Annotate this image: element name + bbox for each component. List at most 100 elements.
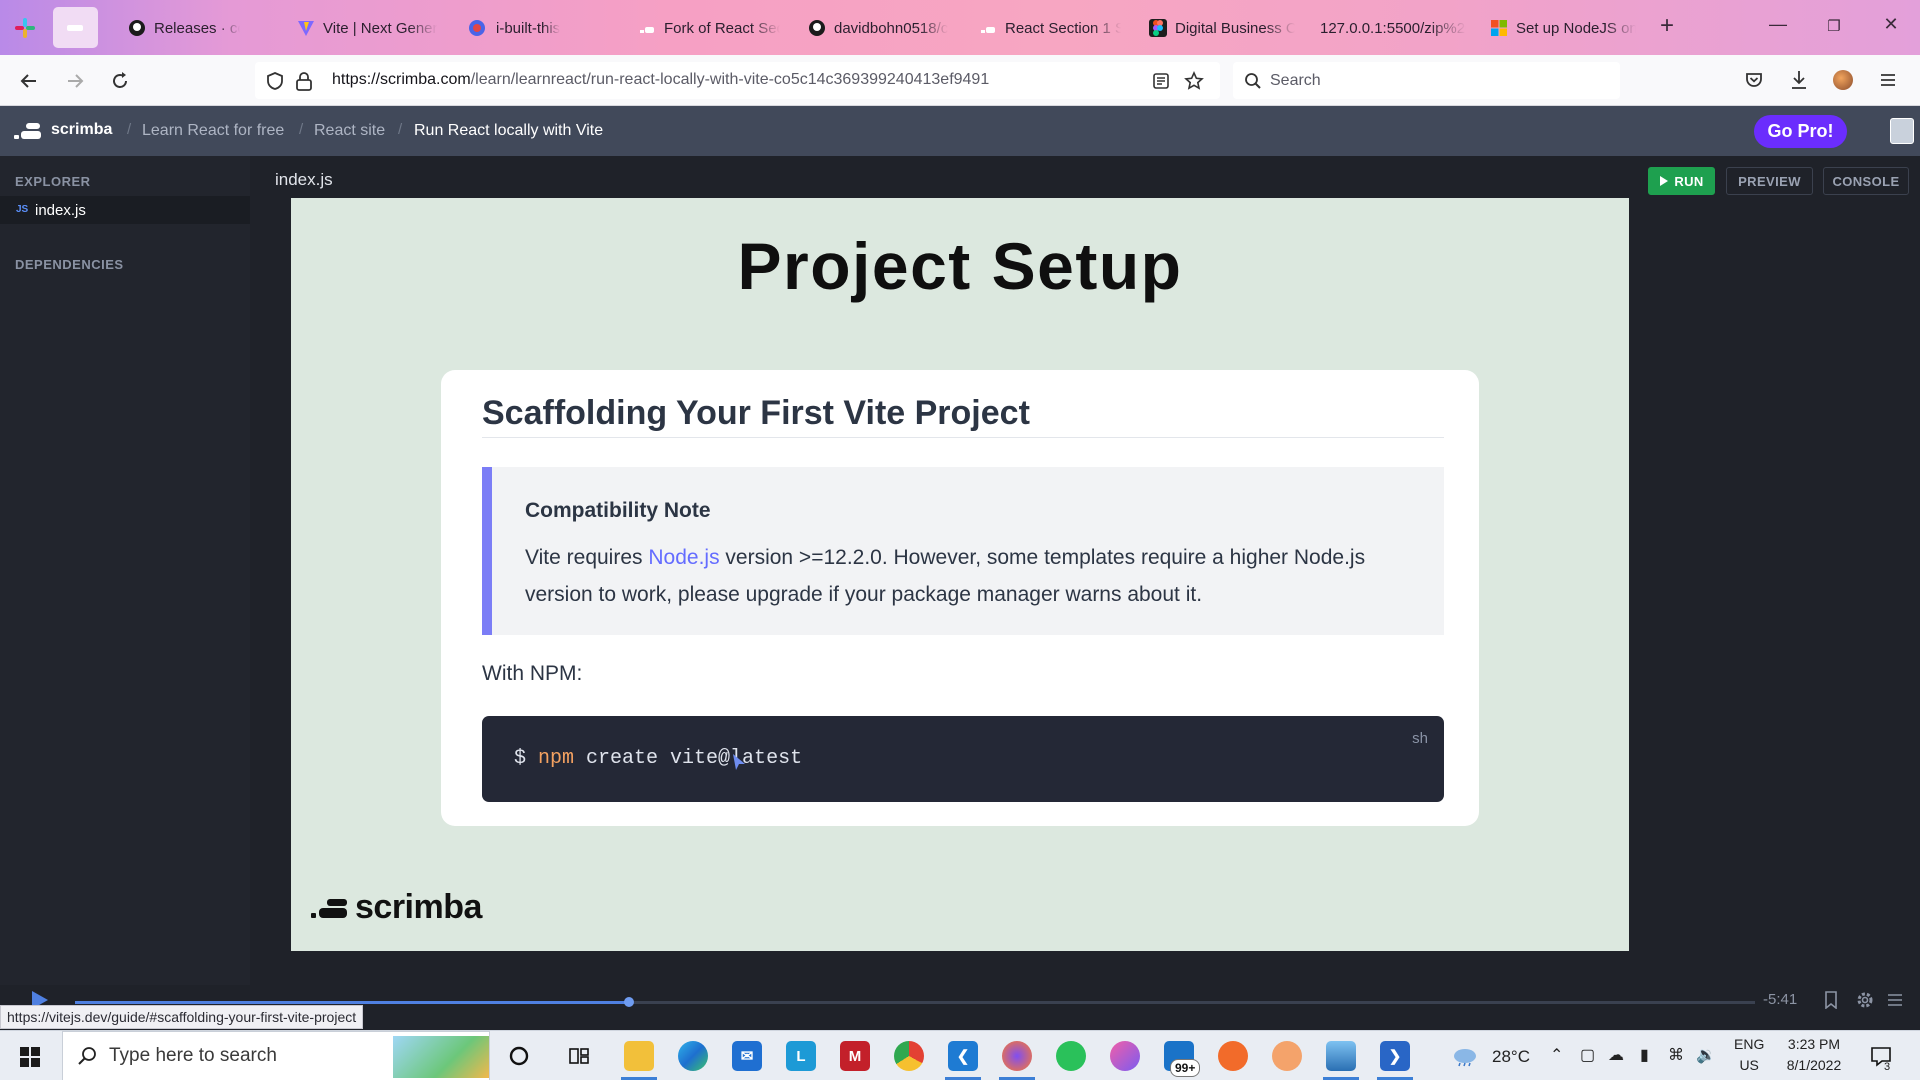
photos-icon[interactable]	[1326, 1041, 1356, 1071]
menu-icon[interactable]	[1886, 992, 1904, 1008]
npm-label: With NPM:	[482, 662, 583, 685]
volume-icon[interactable]: 🔉	[1696, 1045, 1716, 1065]
tab-title: Fork of React Sec	[664, 19, 780, 37]
preview-button[interactable]: PREVIEW	[1726, 167, 1813, 195]
powershell-icon[interactable]: ❯	[1380, 1041, 1410, 1071]
editor-file-tab[interactable]: index.js	[275, 170, 333, 190]
console-button[interactable]: CONSOLE	[1823, 167, 1909, 195]
taskbar-search-input[interactable]: Type here to search	[62, 1031, 490, 1080]
play-icon	[1660, 176, 1669, 186]
tab-title: Set up NodeJS on	[1516, 19, 1636, 37]
clock[interactable]: 3:23 PM 8/1/2022	[1782, 1036, 1846, 1073]
tab-releases[interactable]: Releases · coreyb	[128, 14, 240, 42]
bookmark-icon[interactable]	[1824, 991, 1838, 1009]
search-input[interactable]: Search	[1233, 62, 1620, 99]
lock-icon[interactable]	[295, 71, 313, 91]
brave-icon[interactable]	[1218, 1041, 1248, 1071]
mouse-pointer-icon	[733, 754, 745, 770]
extension-avatar-icon[interactable]	[1833, 70, 1853, 90]
breadcrumb-separator: /	[127, 121, 132, 138]
onedrive-icon[interactable]: ☁	[1608, 1045, 1624, 1065]
avatar[interactable]	[1890, 118, 1914, 144]
tab-active-scrimba[interactable]	[53, 7, 98, 48]
link-status-tooltip: https://vitejs.dev/guide/#scaffolding-yo…	[0, 1005, 364, 1029]
scrimba-logo: scrimba	[311, 888, 482, 927]
file-item-index-js[interactable]: JS index.js	[0, 196, 250, 224]
microsoft-icon	[1490, 19, 1508, 37]
whatsapp-icon[interactable]	[1056, 1041, 1086, 1071]
download-icon[interactable]	[1789, 69, 1809, 91]
shield-icon[interactable]	[265, 71, 285, 91]
slack-icon[interactable]	[14, 17, 36, 39]
tab-title: i-built-this	[496, 19, 561, 37]
chevron-up-icon[interactable]: ⌃	[1550, 1045, 1563, 1065]
cortana-icon[interactable]	[508, 1045, 530, 1067]
pocket-icon[interactable]	[1744, 70, 1764, 90]
app-feather-icon[interactable]	[1272, 1041, 1302, 1071]
region: US	[1739, 1057, 1759, 1073]
edge-icon[interactable]	[678, 1041, 708, 1071]
compatibility-note: Compatibility Note Vite requires Node.js…	[482, 467, 1444, 635]
tab-i-built-this[interactable]: i-built-this	[468, 14, 598, 42]
tab-fork-react[interactable]: Fork of React Sec	[638, 14, 780, 42]
back-button[interactable]	[15, 67, 43, 95]
reader-view-icon[interactable]	[1152, 72, 1170, 90]
new-tab-button[interactable]: +	[1660, 12, 1674, 40]
reload-button[interactable]	[106, 67, 134, 95]
close-window-button[interactable]: ✕	[1876, 14, 1906, 35]
brand-link[interactable]: scrimba	[51, 121, 112, 139]
windows-start-icon[interactable]	[20, 1047, 40, 1067]
l-app-icon[interactable]: L	[786, 1041, 816, 1071]
music-app-icon[interactable]	[1110, 1041, 1140, 1071]
temperature[interactable]: 28°C	[1492, 1047, 1530, 1067]
breadcrumb-separator: /	[398, 121, 403, 138]
docs-card: Scaffolding Your First Vite Project Comp…	[441, 370, 1479, 826]
progress-fill	[75, 1001, 630, 1004]
tab-localhost[interactable]: 127.0.0.1:5500/zip%20	[1320, 14, 1466, 42]
menu-icon[interactable]	[1879, 71, 1897, 89]
js-file-icon: JS	[16, 204, 29, 215]
wifi-icon[interactable]: ⌘	[1668, 1045, 1684, 1065]
tab-digital-business[interactable]: Digital Business C	[1149, 14, 1295, 42]
url-bar[interactable]: https://scrimba.com/learn/learnreact/run…	[255, 62, 1220, 99]
chrome-icon[interactable]	[894, 1041, 924, 1071]
url-text: https://scrimba.com/learn/learnreact/run…	[332, 71, 990, 88]
nodejs-link[interactable]: Node.js	[648, 546, 719, 569]
restore-button[interactable]: ❐	[1819, 17, 1849, 35]
breadcrumb-course[interactable]: Learn React for free	[142, 122, 284, 140]
scrimba-logo-icon[interactable]	[14, 121, 42, 141]
progress-track[interactable]	[75, 997, 1755, 1007]
dependencies-heading[interactable]: DEPENDENCIES	[15, 257, 124, 272]
task-view-icon[interactable]	[568, 1045, 590, 1067]
github-icon	[128, 19, 146, 37]
vite-icon	[297, 19, 315, 37]
firefox-icon[interactable]	[1002, 1041, 1032, 1071]
divider	[482, 437, 1444, 438]
go-pro-button[interactable]: Go Pro!	[1754, 115, 1847, 148]
battery-icon[interactable]: ▮	[1640, 1045, 1649, 1065]
device-icon[interactable]: ▢	[1580, 1045, 1595, 1065]
weather-icon[interactable]	[1452, 1045, 1478, 1067]
star-icon[interactable]	[1184, 71, 1204, 91]
run-button[interactable]: RUN	[1648, 167, 1715, 195]
language-indicator[interactable]: ENG US	[1734, 1036, 1764, 1073]
minimize-button[interactable]: —	[1763, 14, 1793, 35]
breadcrumb-section[interactable]: React site	[314, 122, 385, 140]
chrome-devtools-icon	[468, 19, 486, 37]
arrow-left-icon	[20, 74, 36, 88]
tab-title: Releases · coreyb	[154, 19, 240, 37]
vscode-icon[interactable]: ❮	[948, 1041, 978, 1071]
code-block: $ npm create vite@latest sh	[482, 716, 1444, 802]
tab-davidbohn[interactable]: davidbohn0518/c	[808, 14, 954, 42]
progress-handle[interactable]	[624, 997, 635, 1007]
file-name: index.js	[35, 202, 86, 219]
mail-icon[interactable]: ✉	[732, 1041, 762, 1071]
file-explorer-icon[interactable]	[624, 1041, 654, 1071]
forward-button[interactable]	[61, 67, 89, 95]
settings-icon[interactable]	[1855, 990, 1875, 1010]
mcafee-icon[interactable]: M	[840, 1041, 870, 1071]
tab-setup-nodejs[interactable]: Set up NodeJS on	[1490, 14, 1636, 42]
tab-vite[interactable]: Vite | Next Gener	[297, 14, 437, 42]
search-icon	[78, 1047, 96, 1065]
tab-react-section[interactable]: React Section 1 S	[979, 14, 1121, 42]
